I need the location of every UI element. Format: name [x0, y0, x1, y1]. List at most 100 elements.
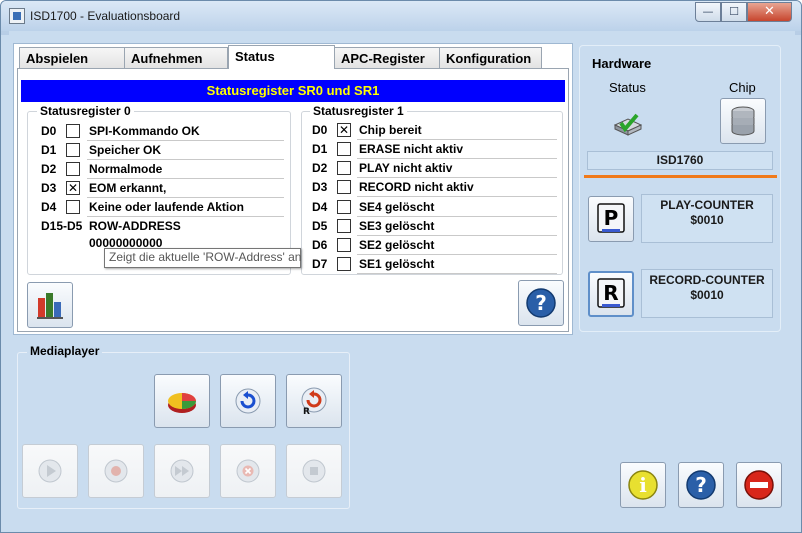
- hardware-divider: [584, 175, 777, 178]
- stop-icon: [302, 459, 326, 483]
- record-counter-letter: R: [603, 281, 618, 305]
- sr1-d7-text: SE1 gelöscht: [357, 255, 557, 274]
- maximize-button[interactable]: ☐: [721, 2, 747, 22]
- sr1-bit-d4: D4: [312, 200, 328, 214]
- sr0-bit-d4: D4: [41, 200, 57, 214]
- sr0-d4-text: Keine oder laufende Aktion: [87, 198, 284, 217]
- title-bar[interactable]: ISD1700 - Evaluationsboard — ☐ ✕: [1, 1, 801, 31]
- sr0-d3-text: EOM erkannt,: [87, 179, 284, 198]
- sr0-bit-d0: D0: [41, 124, 57, 138]
- disk-icon: [168, 393, 196, 413]
- database-icon: [731, 106, 755, 136]
- sr0-d0-text: SPI-Kommando OK: [87, 122, 284, 141]
- sr1-d0-checkbox: ✕: [337, 123, 351, 137]
- record-button[interactable]: [88, 444, 144, 498]
- reset-record-glyph: R: [303, 407, 310, 416]
- sr1-d6-checkbox: [337, 238, 351, 252]
- minimize-button[interactable]: —: [695, 2, 721, 22]
- record-counter-display: RECORD-COUNTER $0010: [641, 269, 773, 318]
- sr1-d7-checkbox: [337, 257, 351, 271]
- reset-red-icon: R: [301, 387, 327, 416]
- chip-select-button[interactable]: [720, 98, 766, 144]
- sr1-d4-checkbox: [337, 200, 351, 214]
- info-icon: i: [628, 470, 658, 500]
- play-button[interactable]: [22, 444, 78, 498]
- sr1-bit-d0: D0: [312, 123, 328, 137]
- status-header: Statusregister SR0 und SR1: [21, 80, 565, 102]
- sr1-d4-text: SE4 gelöscht: [357, 198, 557, 217]
- fast-forward-button[interactable]: [154, 444, 210, 498]
- info-button[interactable]: i: [620, 462, 666, 508]
- sr0-d1-text: Speicher OK: [87, 141, 284, 160]
- close-button[interactable]: ✕: [747, 2, 792, 22]
- exit-button[interactable]: [736, 462, 782, 508]
- connection-status-icon: [613, 113, 643, 136]
- tab-status[interactable]: Status: [228, 45, 335, 69]
- play-counter-letter: P: [604, 206, 619, 230]
- sr1-d5-checkbox: [337, 219, 351, 233]
- sr1-d6-text: SE2 gelöscht: [357, 236, 557, 255]
- exit-icon: [744, 470, 774, 500]
- play-counter-label: PLAY-COUNTER: [660, 198, 754, 212]
- sr1-d1-checkbox: [337, 142, 351, 156]
- sr0-bit-d1: D1: [41, 143, 57, 157]
- sr0-bit-row-address: D15-D5: [41, 219, 83, 233]
- sr1-bit-d5: D5: [312, 219, 328, 233]
- row-address-tooltip: Zeigt die aktuelle 'ROW-Address' an: [104, 248, 301, 268]
- record-icon: [104, 459, 128, 483]
- erase-icon: [236, 459, 260, 483]
- status-help-button[interactable]: ?: [518, 280, 564, 326]
- sr0-d1-checkbox: [66, 143, 80, 157]
- hardware-title: Hardware: [589, 56, 655, 71]
- sr0-d3-checkbox: ✕: [66, 181, 80, 195]
- status-help-glyph: ?: [535, 291, 547, 315]
- sr0-title: Statusregister 0: [37, 104, 134, 118]
- sr1-d1-text: ERASE nicht aktiv: [357, 140, 557, 159]
- help-button[interactable]: ?: [678, 462, 724, 508]
- fast-forward-icon: [170, 459, 194, 483]
- record-counter-label: RECORD-COUNTER: [649, 273, 765, 287]
- sr1-d5-text: SE3 gelöscht: [357, 217, 557, 236]
- reset-blue-icon: [235, 388, 261, 414]
- bar-chart-icon: [37, 293, 63, 319]
- record-counter-button[interactable]: R: [588, 271, 634, 317]
- play-icon: [38, 459, 62, 483]
- hardware-status-label: Status: [609, 80, 646, 95]
- disk-colors-button[interactable]: [154, 374, 210, 428]
- statistics-button[interactable]: [27, 282, 73, 328]
- sr0-bit-d2: D2: [41, 162, 57, 176]
- erase-button[interactable]: [220, 444, 276, 498]
- app-icon: [9, 8, 25, 24]
- sr0-d4-checkbox: [66, 200, 80, 214]
- stop-button[interactable]: [286, 444, 342, 498]
- sr1-d3-text: RECORD nicht aktiv: [357, 178, 557, 197]
- sr0-bit-d3: D3: [41, 181, 57, 195]
- tab-konfiguration[interactable]: Konfiguration: [439, 47, 542, 68]
- sr1-d3-checkbox: [337, 180, 351, 194]
- sr1-bit-d1: D1: [312, 142, 328, 156]
- sr1-d0-text: Chip bereit: [357, 121, 557, 140]
- tab-apc-register[interactable]: APC-Register: [334, 47, 440, 68]
- help-glyph: ?: [695, 473, 707, 497]
- play-counter-icon: P: [597, 203, 625, 233]
- question-icon: ?: [686, 470, 716, 500]
- hardware-chip-label: Chip: [729, 80, 756, 95]
- play-counter-value: $0010: [690, 213, 724, 227]
- play-counter-button[interactable]: P: [588, 196, 634, 242]
- reset-record-button[interactable]: R: [286, 374, 342, 428]
- play-counter-display: PLAY-COUNTER $0010: [641, 194, 773, 243]
- sr1-title: Statusregister 1: [310, 104, 407, 118]
- sr0-d2-checkbox: [66, 162, 80, 176]
- record-counter-icon: R: [597, 278, 625, 308]
- sr1-bit-d7: D7: [312, 257, 328, 271]
- reset-play-button[interactable]: [220, 374, 276, 428]
- sr0-d2-text: Normalmode: [87, 160, 284, 179]
- sr0-d0-checkbox: [66, 124, 80, 138]
- tab-aufnehmen[interactable]: Aufnehmen: [124, 47, 228, 68]
- sr1-bit-d2: D2: [312, 161, 328, 175]
- tab-abspielen[interactable]: Abspielen: [19, 47, 125, 68]
- mediaplayer-title: Mediaplayer: [27, 344, 103, 358]
- chip-name-display: ISD1760: [587, 151, 773, 170]
- main-window: ISD1700 - Evaluationsboard — ☐ ✕ Abspiel…: [0, 0, 802, 533]
- info-glyph: i: [639, 473, 647, 497]
